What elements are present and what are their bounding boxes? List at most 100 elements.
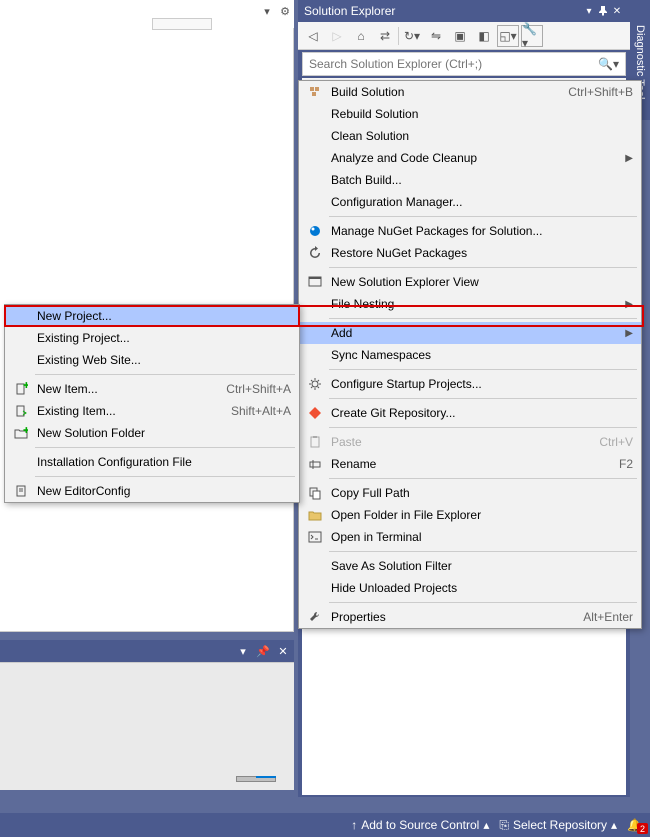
menu-item[interactable]: Existing Project... [5, 327, 299, 349]
menu-item-label: Analyze and Code Cleanup [327, 151, 619, 165]
menu-item-label: Rebuild Solution [327, 107, 633, 121]
menu-separator [329, 551, 637, 552]
menu-item[interactable]: Create Git Repository... [299, 402, 641, 424]
status-bar: ↑ Add to Source Control ▴ ⎘ Select Repos… [0, 813, 650, 837]
menu-item[interactable]: New EditorConfig [5, 480, 299, 502]
menu-item-label: Restore NuGet Packages [327, 246, 633, 260]
close-icon[interactable]: ✕ [610, 4, 624, 18]
panel-title: Solution Explorer [304, 4, 582, 18]
menu-item-label: Create Git Repository... [327, 406, 633, 420]
menu-item-label: Configure Startup Projects... [327, 377, 633, 391]
bottom-panel: ▾ 📌 ✕ [0, 640, 294, 790]
switch-views-icon[interactable]: ⇄ [374, 25, 396, 47]
menu-separator [35, 447, 295, 448]
menu-item[interactable]: New Solution Explorer View [299, 271, 641, 293]
menu-item-label: Rename [327, 457, 601, 471]
menu-item[interactable]: Analyze and Code Cleanup▶ [299, 147, 641, 169]
menu-separator [329, 398, 637, 399]
search-input[interactable] [309, 57, 598, 71]
menu-item[interactable]: Existing Web Site... [5, 349, 299, 371]
menu-item[interactable]: PropertiesAlt+Enter [299, 606, 641, 628]
gear-icon[interactable]: ⚙ [278, 4, 292, 18]
collapse-icon[interactable]: ▣ [449, 25, 471, 47]
view-icon [303, 275, 327, 289]
menu-item[interactable]: ✚New Solution Folder [5, 422, 299, 444]
menu-item-label: New EditorConfig [33, 484, 291, 498]
menu-item[interactable]: Copy Full Path [299, 482, 641, 504]
menu-item-label: Installation Configuration File [33, 455, 291, 469]
menu-item[interactable]: Open Folder in File Explorer [299, 504, 641, 526]
gear-icon [303, 377, 327, 391]
menu-item[interactable]: ✚New Item...Ctrl+Shift+A [5, 378, 299, 400]
dropdown-icon[interactable]: ▾ [236, 644, 250, 658]
terminal-icon [303, 530, 327, 544]
menu-item-label: New Solution Explorer View [327, 275, 633, 289]
back-icon[interactable]: ◁ [302, 25, 324, 47]
sync-icon[interactable]: ↻▾ [401, 25, 423, 47]
menu-item[interactable]: Restore NuGet Packages [299, 242, 641, 264]
menu-separator [35, 374, 295, 375]
filter-icon[interactable]: ⇋ [425, 25, 447, 47]
menu-item-label: Hide Unloaded Projects [327, 581, 633, 595]
menu-separator [329, 478, 637, 479]
menu-item[interactable]: Build SolutionCtrl+Shift+B [299, 81, 641, 103]
menu-item[interactable]: RenameF2 [299, 453, 641, 475]
mode-toggle-2[interactable]: 🔧▾ [521, 25, 543, 47]
show-all-icon[interactable]: ◧ [473, 25, 495, 47]
pin-icon[interactable]: 📌 [256, 644, 270, 658]
menu-item[interactable]: Batch Build... [299, 169, 641, 191]
menu-item[interactable]: Open in Terminal [299, 526, 641, 548]
menu-item[interactable]: Sync Namespaces [299, 344, 641, 366]
menu-item[interactable]: New Project... [5, 305, 299, 327]
select-repository[interactable]: ⎘ Select Repository ▴ [499, 818, 617, 833]
menu-item-label: Open Folder in File Explorer [327, 508, 633, 522]
menu-item-label: File Nesting [327, 297, 619, 311]
menu-item[interactable]: Manage NuGet Packages for Solution... [299, 220, 641, 242]
upload-icon: ↑ [351, 818, 357, 832]
menu-item-label: Properties [327, 610, 565, 624]
add-submenu: New Project... Existing Project... Existin… [4, 304, 300, 503]
menu-separator [329, 369, 637, 370]
menu-item-shortcut: F2 [601, 457, 633, 471]
menu-item[interactable]: File Nesting▶ [299, 293, 641, 315]
menu-item[interactable]: Configuration Manager... [299, 191, 641, 213]
menu-item[interactable]: Hide Unloaded Projects [299, 577, 641, 599]
add-to-source-control[interactable]: ↑ Add to Source Control ▴ [351, 818, 489, 832]
notifications-button[interactable]: 🔔 2 [627, 818, 642, 832]
close-icon[interactable]: ✕ [276, 644, 290, 658]
menu-item-label: New Project... [33, 309, 291, 323]
search-icon[interactable]: 🔍▾ [598, 57, 619, 71]
menu-item[interactable]: Installation Configuration File [5, 451, 299, 473]
menu-item-label: Batch Build... [327, 173, 633, 187]
menu-item-label: New Solution Folder [33, 426, 291, 440]
menu-item: PasteCtrl+V [299, 431, 641, 453]
menu-item[interactable]: Save As Solution Filter [299, 555, 641, 577]
mode-toggle-1[interactable]: ◱▾ [497, 25, 519, 47]
menu-item-label: Open in Terminal [327, 530, 633, 544]
folder-icon [303, 508, 327, 522]
menu-item[interactable]: Rebuild Solution [299, 103, 641, 125]
menu-item[interactable]: Clean Solution [299, 125, 641, 147]
menu-item[interactable]: Existing Item...Shift+Alt+A [5, 400, 299, 422]
menu-item-label: Existing Web Site... [33, 353, 291, 367]
menu-separator [329, 216, 637, 217]
menu-item-label: Save As Solution Filter [327, 559, 633, 573]
solution-explorer-search[interactable]: 🔍▾ [302, 52, 626, 76]
dropdown-icon[interactable]: ▾ [260, 4, 274, 18]
menu-item-label: New Item... [33, 382, 208, 396]
menu-separator [329, 267, 637, 268]
menu-item[interactable]: Configure Startup Projects... [299, 373, 641, 395]
menu-item[interactable]: Add▶ [299, 322, 641, 344]
menu-item-label: Existing Item... [33, 404, 213, 418]
home-icon[interactable]: ⌂ [350, 25, 372, 47]
folder-new-icon: ✚ [9, 426, 33, 440]
forward-icon[interactable]: ▷ [326, 25, 348, 47]
dropdown-icon[interactable]: ▾ [582, 4, 596, 18]
existitem-icon [9, 404, 33, 418]
menu-separator [329, 318, 637, 319]
menu-item-shortcut: Alt+Enter [565, 610, 633, 624]
pin-icon[interactable] [596, 4, 610, 18]
menu-item-label: Manage NuGet Packages for Solution... [327, 224, 633, 238]
rename-icon [303, 457, 327, 471]
editor-toolbar: ▾ ⚙ [260, 0, 292, 22]
